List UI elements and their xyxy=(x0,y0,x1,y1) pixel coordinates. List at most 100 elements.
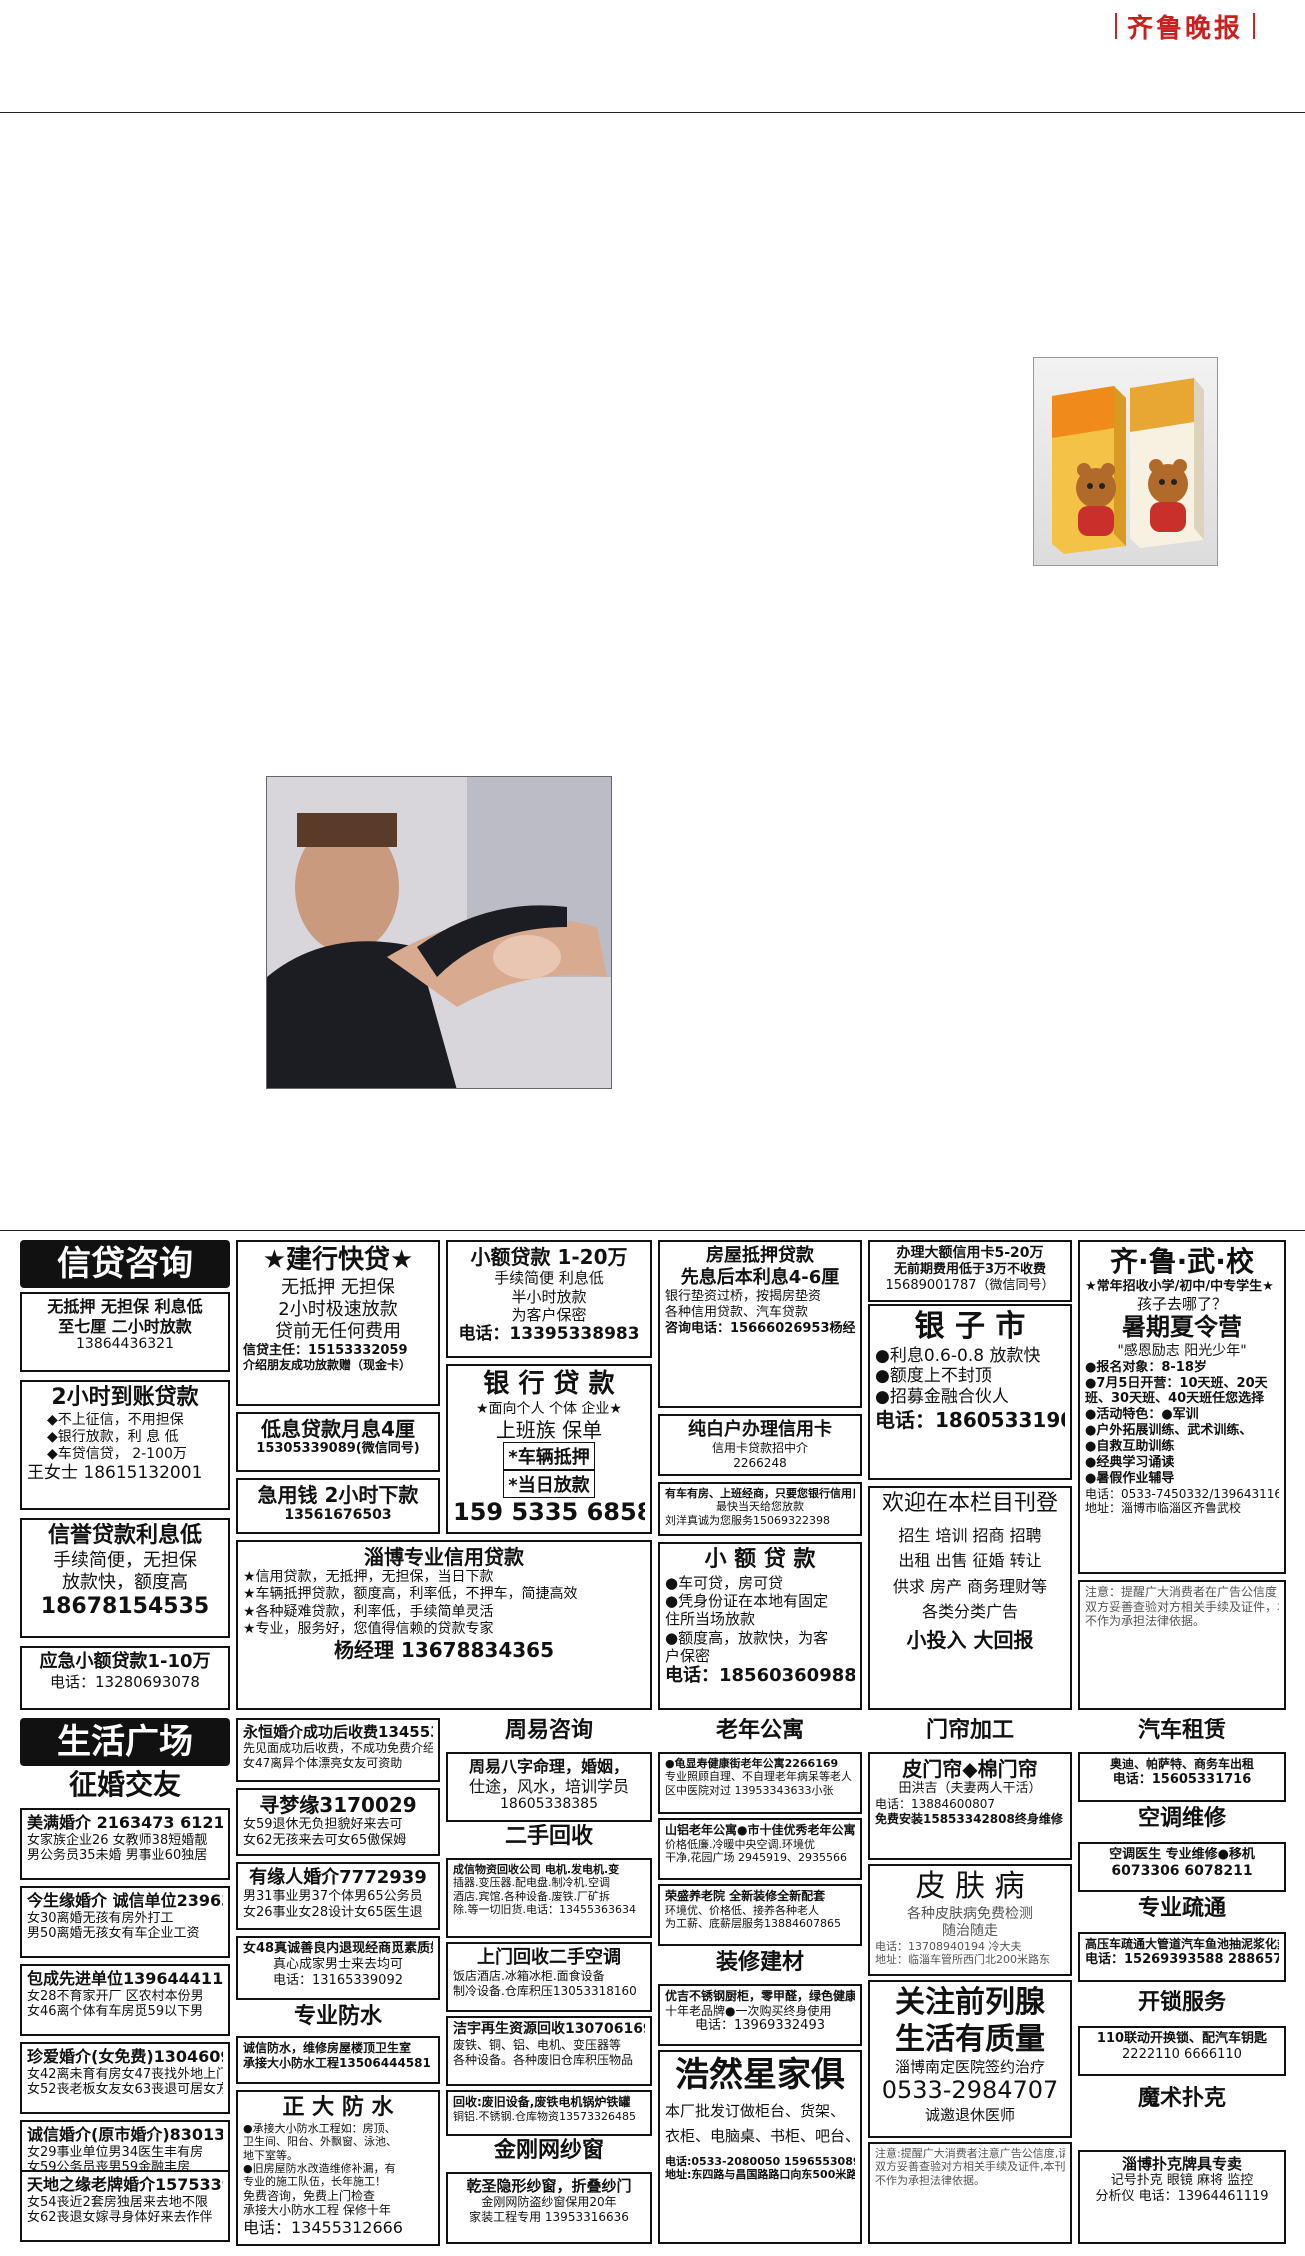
car-rental-header: 汽车租赁 xyxy=(1078,1718,1286,1750)
ad-title: 皮门帘◆棉门帘 xyxy=(902,1757,1038,1781)
ad-marriage-1: 美满婚介 2163473 6121418 女家族企业26 女教师38短婚靓 男公… xyxy=(20,1808,230,1880)
ad-yongheng-marriage: 永恒婚介成功后收费13455337795 先见面成功后收费，不成功免费介绍 女4… xyxy=(236,1718,440,1782)
ad-rongsheng-nursing: 荣盛养老院 全新装修全新配套 环境优、价格低、接养各种老人 为工薪、底薪层服务1… xyxy=(658,1884,862,1946)
ad-phone: 电话:0533-2080050 15965530894 xyxy=(665,2155,855,2169)
ad-phone: 电话：0533-7450332/13964311609 xyxy=(1085,1486,1279,1501)
ad-phone: 电话：13395338983 xyxy=(458,1324,640,1345)
ad-line: 诚信防水，维修房屋楼顶卫生室 xyxy=(243,2041,412,2055)
section-title: 金刚网纱窗 xyxy=(493,2138,604,2163)
ad-title: 银 行 贷 款 xyxy=(483,1369,615,1399)
notice-line: 注意：提醒广大消费者在广告公信度，请交易 xyxy=(1085,1585,1279,1599)
xindai-title: 信贷咨询 xyxy=(20,1240,230,1288)
ad-phone: 电话：13455312666 xyxy=(243,2218,403,2238)
ad-phone: 分析仪 电话：13964461119 xyxy=(1095,2189,1269,2205)
section-title: 专业疏通 xyxy=(1137,1896,1226,1921)
ad-title: 包成先进单位13964441138 xyxy=(27,1969,223,1988)
ad-line: ◆车贷信贷， 2-100万 xyxy=(47,1445,187,1462)
ad-address: 地址：淄博市临淄区齐鲁武校 xyxy=(1085,1501,1242,1516)
ad-line: 免费咨询，免费上门检查 xyxy=(243,2188,376,2203)
ad-haoranxing-furniture: 浩然星家俱 本厂批发订做柜台、货架、 衣柜、电脑桌、书柜、吧台、酒柜 电话:05… xyxy=(658,2050,862,2244)
marriage-subtitle: 征婚交友 xyxy=(68,1768,181,1801)
masthead-title: 齐鲁晚报 xyxy=(1126,13,1243,44)
ad-line: 招生 培训 招商 招聘 xyxy=(898,1525,1042,1545)
ad-line: 手续简便 利息低 xyxy=(494,1269,604,1288)
ad-title: 浩然星家俱 xyxy=(675,2055,845,2095)
ad-line: 女52丧老板女友女63丧退可居女方 xyxy=(27,2082,223,2098)
ad-line: ★信用贷款，无抵押，无担保，当日下款 xyxy=(243,1569,494,1586)
ad-title: 欢迎在本栏目刊登 xyxy=(881,1491,1058,1516)
ad-xunmengyuan: 寻梦缘3170029 女59退休无负担貌好来去可 女62无孩来去可女65傲保姆 xyxy=(236,1788,440,1856)
ad-ac-doctor: 空调医生 专业维修●移机 6073306 6078211 xyxy=(1078,1842,1286,1892)
ad-phone: 159 5335 6858 xyxy=(453,1498,645,1527)
ad-line: 无抵押 无担保 利息低 xyxy=(47,1297,203,1316)
ad-title: 办理大额信用卡5-20万 xyxy=(896,1245,1044,1261)
ad-phone: 电话：13708940194 冷大夫 xyxy=(875,1939,1022,1953)
ad-marriage-2: 今生缘婚介 诚信单位2396347 女30离婚无孩有房外打工 男50离婚无孩女有… xyxy=(20,1886,230,1958)
ad-no-collateral-loan: 无抵押 无担保 利息低 至七厘 二小时放款 13864436321 xyxy=(20,1292,230,1372)
ad-title: 天地之缘老牌婚介15753399812 xyxy=(27,2175,223,2194)
drain-header: 专业疏通 xyxy=(1078,1896,1286,1928)
ad-chengxin-recycling: 成信物资回收公司 电机.发电机.变 插器.变压器.配电盘.制冷机.空调 酒店.宾… xyxy=(446,1858,652,1938)
ad-title: 低息贷款月息4厘 xyxy=(261,1417,415,1441)
ad-guixianshou: ●龟显寿健康街老年公寓2266169 专业照顾自理、不自理老年病呆等老人 区中医… xyxy=(658,1752,862,1814)
ad-urgent-money: 急用钱 2小时下款 13561676503 xyxy=(236,1478,440,1534)
ad-line: 女29事业单位男34医生丰有房 xyxy=(27,2144,204,2160)
ad-title: 关注前列腺 xyxy=(895,1985,1045,2020)
ad-line: 环境优、价格低、接养各种老人 xyxy=(665,1903,819,1917)
ad-phone: 电话：15605331716 xyxy=(1112,1771,1252,1787)
life-square-title-block: 生活广场 xyxy=(20,1718,230,1766)
ad-title: 皮 肤 病 xyxy=(915,1869,1025,1904)
notice-line: 不作为承担法律依据。 xyxy=(1085,1614,1206,1629)
ad-title: 山铝老年公寓●市十佳优秀老年公寓 xyxy=(665,1823,855,1837)
ad-line: 女30离婚无孩有房外打工 xyxy=(27,1910,174,1926)
ad-line: 出租 出售 征婚 转让 xyxy=(898,1551,1042,1571)
ad-address: 地址:东四路与昌国路路口向东500米路北 xyxy=(665,2168,855,2182)
vitamin-boxes-illustration xyxy=(1052,378,1204,554)
ad-low-interest-loan: 低息贷款月息4厘 15305339089(微信同号) xyxy=(236,1412,440,1472)
ad-line: 金刚网防盗纱窗保用20年 xyxy=(481,2195,617,2210)
ad-line: 班、30天班、40天班任您选择 xyxy=(1085,1391,1265,1407)
ad-line: 2小时极速放款 xyxy=(278,1298,398,1320)
ad-magic-poker: 淄博扑克牌具专卖 记号扑克 眼镜 麻将 监控 分析仪 电话：1396446111… xyxy=(1078,2150,1286,2244)
ad-line: 无抵押 无担保 xyxy=(281,1276,395,1298)
ad-line: 女62丧退女嫁寻身体好来去作伴 xyxy=(27,2210,213,2226)
ad-credit-loan: 信誉贷款利息低 手续简便，无担保 放款快，额度高 18678154535 xyxy=(20,1518,230,1638)
ad-line: 承接大小防水工程 保修十年 xyxy=(243,2203,391,2218)
ad-line: 供求 房产 商务理财等 xyxy=(892,1576,1048,1596)
ad-locksmith: 110联动开换锁、配汽车钥匙 2222110 6666110 xyxy=(1078,2026,1286,2076)
ad-line: 男50离婚无孩女有车企业工资 xyxy=(27,1926,200,1942)
ad-phone: 咨询电话：15666026953杨经理 xyxy=(665,1320,855,1336)
ad-address: 地址：临淄车管所西门北200米路东 xyxy=(875,1953,1050,1967)
ad-phone: 18605338385 xyxy=(500,1796,598,1813)
ad-shanlv-elderly: 山铝老年公寓●市十佳优秀老年公寓 价格低廉.冷暖中央空调.环境优 干净,花园广场… xyxy=(658,1818,862,1880)
ad-line: 诚邀退休医师 xyxy=(924,2105,1015,2124)
section-title: 老年公寓 xyxy=(715,1718,804,1743)
ad-title: 正 大 防 水 xyxy=(282,2095,394,2120)
notice-line: 双方妥善查验对方相关手续及证件,本刊信息 xyxy=(875,2160,1065,2174)
ad-house-mortgage-loan: 房屋抵押贷款 先息后本利息4-6厘 银行垫资过桥，按揭房垫资 各种信用贷款、汽车… xyxy=(658,1240,862,1408)
ad-yinzishi: 银 子 市 ●利息0.6-0.8 放款快 ●额度上不封顶 ●招募金融合伙人 电话… xyxy=(868,1304,1072,1480)
ad-line: 各种信用贷款、汽车贷款 xyxy=(665,1304,809,1320)
ad-line: 免费安装15853342808终身维修 xyxy=(875,1811,1063,1826)
ad-skin-disease: 皮 肤 病 各种皮肤病免费检测 随治随走 电话：13708940194 冷大夫 … xyxy=(868,1864,1072,1976)
ad-marriage-6: 天地之缘老牌婚介15753399812 女54丧近2套房独居来去地不限 女62丧… xyxy=(20,2170,230,2242)
ad-title: 纯白户办理信用卡 xyxy=(688,1419,832,1440)
ad-title: 信誉贷款利息低 xyxy=(47,1523,202,1548)
ad-phone: 2266248 xyxy=(733,1455,787,1470)
ad-title: 今生缘婚介 诚信单位2396347 xyxy=(27,1891,223,1910)
ad-line: 女家族企业26 女教师38短婚靓 xyxy=(27,1832,208,1848)
ad-phone: 18678154535 xyxy=(40,1593,210,1619)
ad-line: ●凭身份证在本地有固定 xyxy=(665,1592,829,1611)
ad-phone: 15305339089(微信同号) xyxy=(256,1441,420,1457)
ad-car-rental: 奥迪、帕萨特、商务车出租 电话：15605331716 xyxy=(1078,1752,1286,1802)
ad-title: 永恒婚介成功后收费13455337795 xyxy=(243,1723,433,1741)
ad-line: 卫生间、阳台、外飘窗、泳池、 xyxy=(243,2135,397,2149)
ad-title: 淄博专业信用贷款 xyxy=(364,1545,524,1569)
ad-line: 插器.变压器.配电盘.制冷机.空调 xyxy=(453,1876,610,1890)
ad-phone: 电话：13280693078 xyxy=(50,1672,200,1691)
ad-line: 女62无孩来去可女65傲保姆 xyxy=(243,1833,407,1849)
ad-line: ●车可贷，房可贷 xyxy=(665,1573,784,1592)
ad-qiansheng-screen: 乾圣隐形纱窗，折叠纱门 金刚网防盗纱窗保用20年 家装工程专用 13953316… xyxy=(446,2172,652,2244)
ad-line: ★专业，服务好，您值得信赖的贷款专家 xyxy=(243,1620,494,1637)
ad-line: 承接大小防水工程13506444581 xyxy=(243,2055,431,2070)
